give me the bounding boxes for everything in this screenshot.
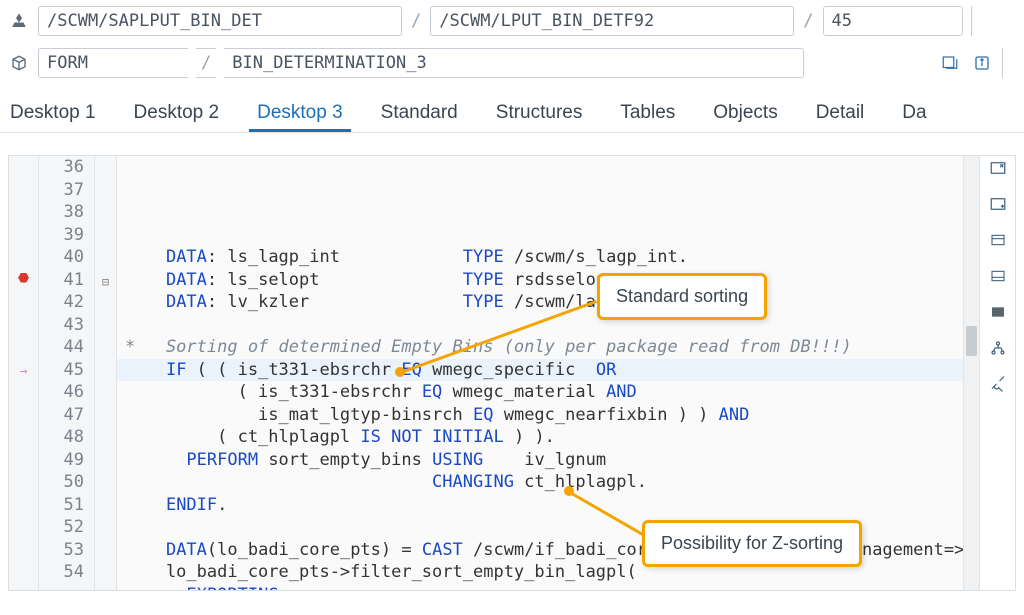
code-line[interactable]: IF ( ( is_t331-ebsrchr EQ wmegc_specific…: [117, 359, 979, 382]
settings-icon[interactable]: [988, 374, 1008, 394]
code-line[interactable]: * Sorting of determined Empty Bins (only…: [125, 336, 979, 359]
tab-detail[interactable]: Detail: [808, 92, 873, 132]
current-line-marker: →: [9, 361, 38, 384]
trailing-field[interactable]: [971, 6, 985, 36]
scrollbar-thumb[interactable]: [966, 326, 977, 356]
tab-tables[interactable]: Tables: [612, 92, 683, 132]
line-number-gutter: 36373839404142434445464748495051525354: [39, 156, 95, 590]
marker-gutter[interactable]: ⬣ →: [9, 156, 39, 590]
desktop-tabbar: Desktop 1 Desktop 2 Desktop 3 Standard S…: [0, 92, 1024, 133]
new-window-icon[interactable]: [988, 194, 1008, 214]
tab-desktop-2[interactable]: Desktop 2: [126, 92, 228, 132]
code-editor: ⬣ → 363738394041424344454647484950515253…: [8, 155, 1016, 591]
value-help-icon[interactable]: [938, 51, 962, 75]
close-panel-icon[interactable]: [988, 158, 1008, 178]
block-name-field[interactable]: BIN_DETERMINATION_3: [224, 48, 804, 78]
tree-icon[interactable]: [988, 338, 1008, 358]
code-line[interactable]: DATA: lv_kzler TYPE /scwm/lagp-kzler.: [125, 291, 979, 314]
include-field[interactable]: /SCWM/LPUT_BIN_DETF92: [430, 6, 794, 36]
tab-structures[interactable]: Structures: [488, 92, 591, 132]
cube-icon: [8, 52, 30, 74]
code-line[interactable]: EXPORTING: [125, 584, 979, 591]
code-line[interactable]: ( ct_hlplagpl IS NOT INITIAL ) ).: [125, 426, 979, 449]
info-icon[interactable]: [970, 51, 994, 75]
code-line[interactable]: DATA: ls_lagp_int TYPE /scwm/s_lagp_int.: [125, 246, 979, 269]
code-line[interactable]: is_mat_lgtyp-binsrch EQ wmegc_nearfixbin…: [125, 404, 979, 427]
path-separator: /: [200, 53, 212, 73]
header-row-2: FORM / BIN_DETERMINATION_3: [4, 42, 1020, 84]
fold-gutter[interactable]: ⊟: [95, 156, 117, 590]
program-field[interactable]: /SCWM/SAPLPUT_BIN_DET: [38, 6, 402, 36]
code-line[interactable]: ( is_t331-ebsrchr EQ wmegc_material AND: [125, 381, 979, 404]
editor-toolbar-right: [979, 156, 1015, 590]
layout-1-icon[interactable]: [988, 230, 1008, 250]
tab-desktop-3[interactable]: Desktop 3: [249, 92, 351, 132]
navigation-header: /SCWM/SAPLPUT_BIN_DET / /SCWM/LPUT_BIN_D…: [0, 0, 1024, 84]
abap-icon: [8, 10, 30, 32]
callout-standard-sorting: Standard sorting: [597, 273, 767, 320]
layout-3-icon[interactable]: [988, 302, 1008, 322]
tab-standard[interactable]: Standard: [373, 92, 466, 132]
layout-2-icon[interactable]: [988, 266, 1008, 286]
header-row-1: /SCWM/SAPLPUT_BIN_DET / /SCWM/LPUT_BIN_D…: [4, 0, 1020, 42]
tab-objects[interactable]: Objects: [705, 92, 785, 132]
code-line[interactable]: DATA: ls_selopt TYPE rsdsselopt.: [125, 269, 979, 292]
vertical-scrollbar[interactable]: [963, 156, 979, 590]
line-field[interactable]: 45: [823, 6, 963, 36]
code-line[interactable]: PERFORM sort_empty_bins USING iv_lgnum: [125, 449, 979, 472]
trailing-field[interactable]: [1002, 48, 1016, 78]
breakpoint-marker[interactable]: ⬣: [9, 268, 38, 291]
tab-desktop-1[interactable]: Desktop 1: [2, 92, 104, 132]
path-separator: /: [802, 11, 814, 31]
block-type-field[interactable]: FORM: [38, 48, 188, 78]
code-line[interactable]: ENDIF.: [125, 494, 979, 517]
path-separator: /: [410, 11, 422, 31]
callout-z-sorting: Possibility for Z-sorting: [642, 520, 862, 567]
tab-data-truncated[interactable]: Da: [894, 92, 934, 132]
code-line[interactable]: CHANGING ct_hlplagpl.: [125, 471, 979, 494]
